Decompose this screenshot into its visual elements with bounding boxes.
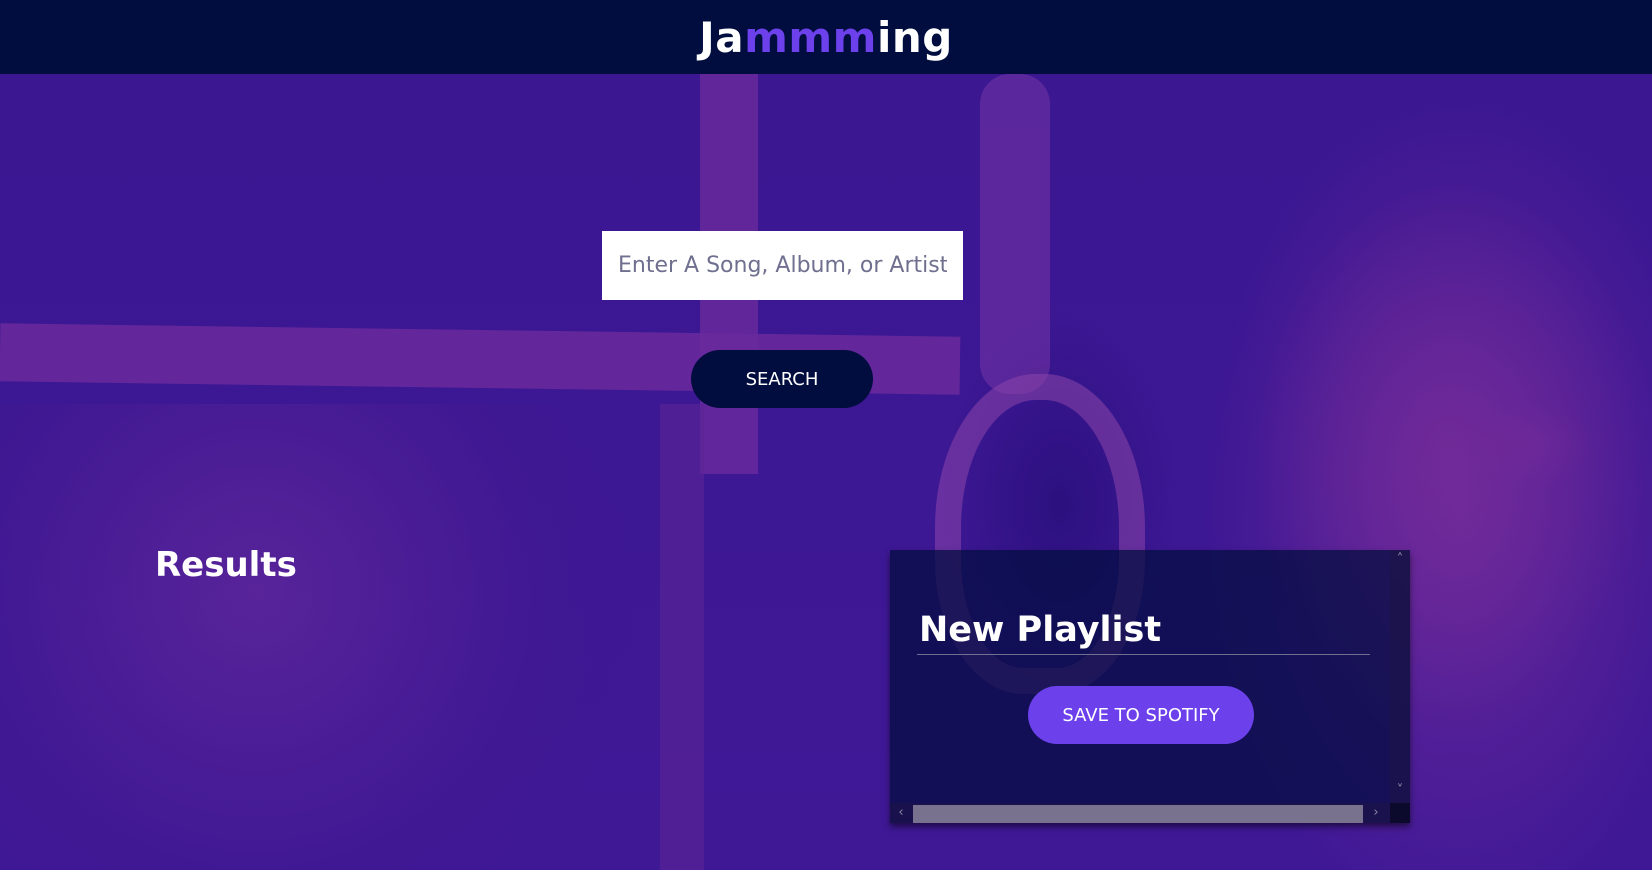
background-wall-stripe-lower [660,404,704,870]
vertical-scrollbar[interactable]: ˄ ˅ [1390,550,1410,803]
chevron-down-icon[interactable]: ˅ [1392,783,1408,799]
horizontal-scrollbar[interactable]: ‹ › [890,803,1390,823]
horizontal-scrollbar-thumb[interactable] [913,805,1363,823]
chevron-right-icon[interactable]: › [1368,805,1384,821]
app-logo: Jammming [699,13,953,62]
results-title: Results [155,545,297,585]
logo-suffix: ing [876,12,953,62]
logo-highlight: mmm [744,12,877,62]
app-header: Jammming [0,0,1652,74]
app-root: Jammming SEARCH Results SAVE TO SPOTIFY … [0,0,1652,870]
playlist-panel: SAVE TO SPOTIFY ˄ ˅ ‹ › [890,550,1410,823]
background-texture [0,404,640,870]
save-to-spotify-button[interactable]: SAVE TO SPOTIFY [1028,686,1254,744]
background-headphone-band [980,74,1050,394]
search-input[interactable] [602,231,963,300]
logo-prefix: Ja [699,12,745,62]
scrollbar-corner [1390,803,1410,823]
search-button[interactable]: SEARCH [691,350,873,408]
chevron-left-icon[interactable]: ‹ [893,805,909,821]
playlist-name-input[interactable] [917,606,1370,655]
chevron-up-icon[interactable]: ˄ [1392,552,1408,568]
